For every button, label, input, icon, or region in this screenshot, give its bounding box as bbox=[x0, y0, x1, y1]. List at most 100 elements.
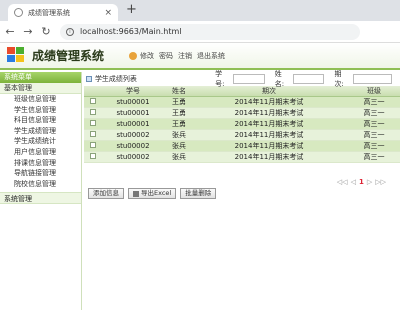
cell-name: 王勇 bbox=[164, 107, 194, 119]
sidebar-item-stats[interactable]: 学生成绩统计 bbox=[0, 136, 81, 147]
back-icon[interactable]: ← bbox=[2, 25, 18, 38]
browser-tab-bar: 成绩管理系统 × + bbox=[0, 0, 400, 21]
cell-name: 张兵 bbox=[164, 151, 194, 163]
table-row[interactable]: stu00001 王勇 2014年11月期末考试 高三一 bbox=[84, 118, 400, 130]
list-title: 学生成绩列表 bbox=[94, 75, 137, 83]
cell-student-id: stu00001 bbox=[102, 118, 164, 130]
pagination: ◁◁ ◁ 1 ▷ ▷▷ bbox=[337, 178, 386, 186]
sidebar-item-schedule[interactable]: 排课信息管理 bbox=[0, 158, 81, 169]
close-icon[interactable]: × bbox=[104, 8, 112, 18]
add-button-label: 添加信息 bbox=[93, 189, 119, 197]
row-checkbox[interactable] bbox=[84, 129, 102, 141]
export-button-label: 导出Excel bbox=[141, 189, 172, 197]
batch-delete-button[interactable]: 批量删除 bbox=[180, 188, 217, 199]
table-row[interactable]: stu00002 张兵 2014年11月期末考试 高三一 bbox=[84, 151, 400, 163]
cell-student-id: stu00002 bbox=[102, 140, 164, 152]
cell-student-id: stu00001 bbox=[102, 96, 164, 108]
sidebar-menu-header: 系统菜单 bbox=[0, 72, 81, 83]
sidebar-item-class[interactable]: 班级信息管理 bbox=[0, 94, 81, 105]
table-row[interactable]: stu00001 王勇 2014年11月期末考试 高三一 bbox=[84, 96, 400, 108]
cell-name: 张兵 bbox=[164, 140, 194, 152]
cell-term: 2014年11月期末考试 bbox=[194, 129, 344, 141]
sidebar-group-system[interactable]: 系统管理 bbox=[0, 192, 81, 205]
row-checkbox[interactable] bbox=[84, 151, 102, 163]
delete-button-label: 批量删除 bbox=[185, 189, 212, 197]
cell-name: 张兵 bbox=[164, 129, 194, 141]
sidebar-item-links[interactable]: 导航链接管理 bbox=[0, 168, 81, 179]
globe-icon bbox=[14, 8, 23, 17]
url-text: localhost:9663/Main.html bbox=[80, 27, 182, 36]
first-page-button[interactable]: ◁◁ bbox=[337, 178, 348, 186]
cell-student-id: stu00001 bbox=[102, 107, 164, 119]
prev-page-button[interactable]: ◁ bbox=[351, 178, 356, 186]
windows-logo-icon bbox=[7, 47, 26, 64]
header-link-exit[interactable]: 退出系统 bbox=[197, 51, 225, 61]
filter-term-label: 期次: bbox=[334, 70, 344, 88]
cell-term: 2014年11月期末考试 bbox=[194, 140, 344, 152]
user-icon bbox=[129, 51, 138, 60]
info-icon[interactable]: i bbox=[66, 27, 74, 36]
header-student-id[interactable]: 学号 bbox=[102, 86, 164, 97]
scores-table: 学号 姓名 期次 班级 stu00001 王勇 2014年11月期末考试 高三一… bbox=[84, 86, 400, 163]
sidebar-item-users[interactable]: 用户信息管理 bbox=[0, 147, 81, 158]
next-page-button[interactable]: ▷ bbox=[367, 178, 372, 186]
add-button[interactable]: 添加信息 bbox=[88, 188, 124, 199]
cell-student-id: stu00002 bbox=[102, 151, 164, 163]
sidebar-group-basic[interactable]: 基本管理 bbox=[0, 83, 81, 94]
sidebar-item-student[interactable]: 学生信息管理 bbox=[0, 105, 81, 116]
cell-class: 高三一 bbox=[344, 151, 400, 163]
cell-class: 高三一 bbox=[344, 129, 400, 141]
table-row[interactable]: stu00002 张兵 2014年11月期末考试 高三一 bbox=[84, 140, 400, 152]
sidebar-item-school[interactable]: 院校信息管理 bbox=[0, 179, 81, 190]
list-icon bbox=[86, 76, 92, 82]
last-page-button[interactable]: ▷▷ bbox=[375, 178, 386, 186]
sidebar-item-scores[interactable]: 学生成绩管理 bbox=[0, 126, 81, 137]
cell-term: 2014年11月期末考试 bbox=[194, 118, 344, 130]
sidebar-item-subject[interactable]: 科目信息管理 bbox=[0, 115, 81, 126]
header-links: 修改 密码 注销 退出系统 bbox=[129, 51, 230, 61]
filter-name-input[interactable] bbox=[292, 74, 325, 84]
row-checkbox[interactable] bbox=[84, 96, 102, 108]
cell-name: 王勇 bbox=[164, 96, 194, 108]
forward-icon[interactable]: → bbox=[20, 25, 36, 38]
sidebar: 系统菜单 基本管理 班级信息管理 学生信息管理 科目信息管理 学生成绩管理 学生… bbox=[0, 72, 82, 310]
cell-student-id: stu00002 bbox=[102, 129, 164, 141]
header-link-edit[interactable]: 修改 bbox=[140, 51, 154, 61]
filter-toolbar: 学生成绩列表 学号: 姓名: 期次: bbox=[84, 70, 400, 88]
cell-term: 2014年11月期末考试 bbox=[194, 96, 344, 108]
table-header-row: 学号 姓名 期次 班级 bbox=[84, 86, 400, 97]
filter-term-input[interactable] bbox=[352, 74, 392, 84]
cell-term: 2014年11月期末考试 bbox=[194, 151, 344, 163]
filter-student-id-label: 学号: bbox=[215, 70, 225, 88]
browser-tab[interactable]: 成绩管理系统 × bbox=[8, 4, 118, 21]
url-field[interactable]: i localhost:9663/Main.html bbox=[60, 23, 360, 40]
filter-student-id-input[interactable] bbox=[233, 74, 265, 84]
header-name[interactable]: 姓名 bbox=[164, 86, 194, 97]
cell-term: 2014年11月期末考试 bbox=[194, 107, 344, 119]
cell-class: 高三一 bbox=[344, 107, 400, 119]
cell-class: 高三一 bbox=[344, 96, 400, 108]
app-header: 成绩管理系统 修改 密码 注销 退出系统 bbox=[0, 43, 400, 70]
address-bar: ← → ↻ i localhost:9663/Main.html bbox=[0, 21, 400, 43]
reload-icon[interactable]: ↻ bbox=[38, 25, 54, 38]
header-select[interactable] bbox=[84, 86, 102, 97]
header-class[interactable]: 班级 bbox=[344, 86, 400, 97]
header-link-logout[interactable]: 注销 bbox=[178, 51, 192, 61]
excel-icon bbox=[133, 190, 139, 197]
action-buttons: 添加信息 导出Excel 批量删除 bbox=[88, 188, 217, 199]
table-row[interactable]: stu00001 王勇 2014年11月期末考试 高三一 bbox=[84, 107, 400, 119]
row-checkbox[interactable] bbox=[84, 140, 102, 152]
new-tab-button[interactable]: + bbox=[126, 3, 137, 17]
cell-class: 高三一 bbox=[344, 140, 400, 152]
filter-name-label: 姓名: bbox=[274, 70, 285, 88]
header-link-password[interactable]: 密码 bbox=[159, 51, 173, 61]
export-excel-button[interactable]: 导出Excel bbox=[128, 188, 177, 199]
cell-class: 高三一 bbox=[344, 118, 400, 130]
row-checkbox[interactable] bbox=[84, 107, 102, 119]
tab-title: 成绩管理系统 bbox=[28, 8, 70, 17]
row-checkbox[interactable] bbox=[84, 118, 102, 130]
main-panel: 学生成绩列表 学号: 姓名: 期次: 学号 姓名 期次 班级 stu00001 … bbox=[84, 70, 400, 310]
cell-name: 王勇 bbox=[164, 118, 194, 130]
table-row[interactable]: stu00002 张兵 2014年11月期末考试 高三一 bbox=[84, 129, 400, 141]
current-page[interactable]: 1 bbox=[359, 178, 364, 186]
